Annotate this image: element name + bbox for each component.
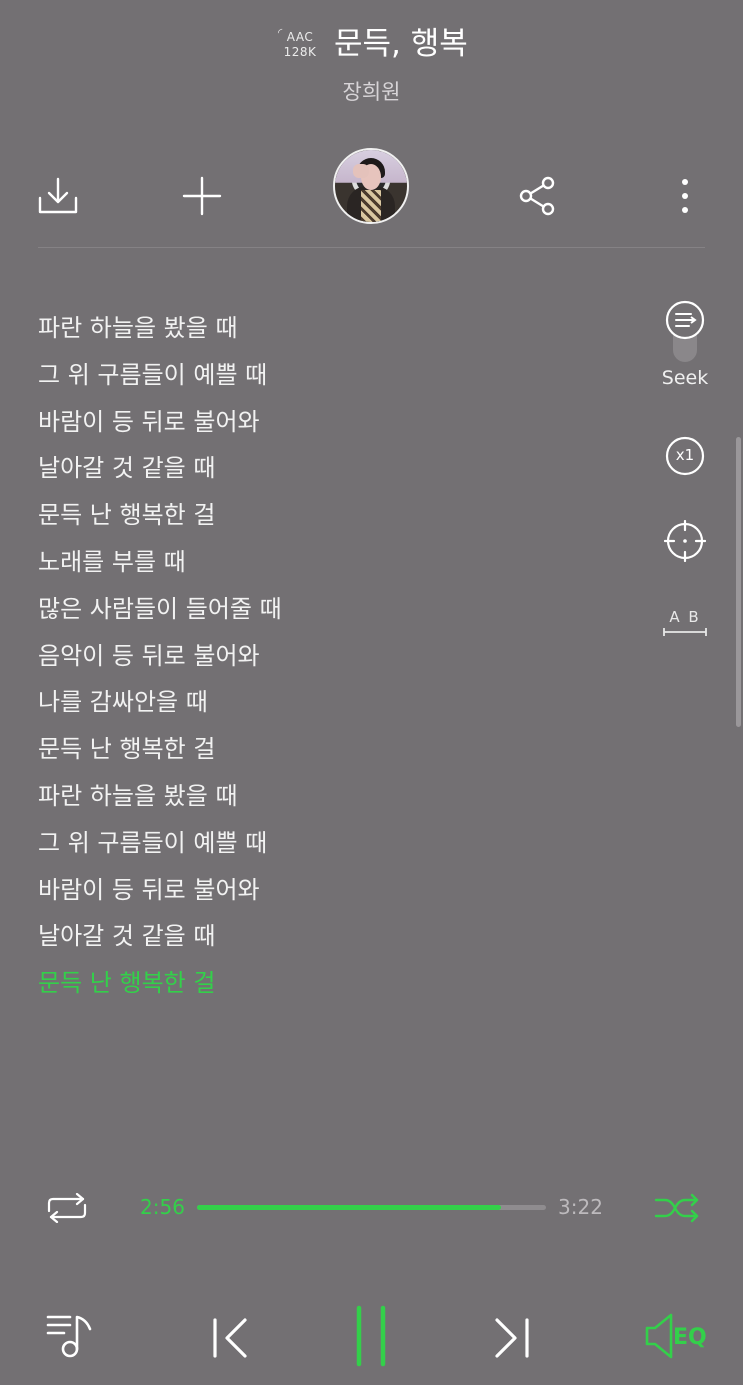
more-vertical-icon [682, 179, 688, 213]
total-time: 3:22 [558, 1195, 603, 1219]
repeat-icon [47, 1193, 87, 1223]
lyric-line[interactable]: 많은 사람들이 들어줄 때 [38, 586, 638, 633]
speed-label: x1 [675, 446, 695, 464]
lyric-line[interactable]: 문득 난 행복한 걸 [38, 726, 638, 773]
lyric-line[interactable]: 그 위 구름들이 예쁠 때 [38, 820, 638, 867]
playlist-music-icon [46, 1315, 92, 1358]
share-button[interactable] [511, 170, 563, 222]
artist-name[interactable]: 장희원 [0, 76, 743, 106]
lyric-line[interactable]: 파란 하늘을 봤을 때 [38, 305, 638, 352]
next-icon [495, 1318, 529, 1358]
download-icon [38, 177, 78, 214]
seek-lyrics-icon [665, 300, 705, 362]
ab-range-icon [663, 628, 707, 636]
crosshair-icon [664, 520, 706, 562]
equalizer-button[interactable]: EQ [640, 1308, 716, 1364]
seek-bar-fill [197, 1205, 501, 1210]
album-avatar[interactable] [333, 148, 409, 224]
lyric-line[interactable]: 날아갈 것 같을 때 [38, 445, 638, 492]
signal-icon: ◜ [278, 26, 283, 39]
lyric-line[interactable]: 바람이 등 뒤로 불어와 [38, 867, 638, 914]
lyric-line[interactable]: 그 위 구름들이 예쁠 때 [38, 352, 638, 399]
pause-icon [356, 1305, 386, 1367]
more-options-button[interactable] [659, 170, 711, 222]
ab-repeat-button[interactable]: A B [660, 608, 710, 640]
header-divider [38, 247, 705, 248]
add-to-playlist-button[interactable] [176, 170, 228, 222]
pause-button[interactable] [340, 1300, 402, 1372]
repeat-button[interactable] [40, 1188, 94, 1228]
elapsed-time: 2:56 [140, 1195, 185, 1219]
lyric-line[interactable]: 문득 난 행복한 걸 [38, 492, 638, 539]
sync-lyrics-button[interactable] [660, 520, 710, 562]
speed-button[interactable]: x1 [660, 436, 710, 476]
lyrics-panel[interactable]: 파란 하늘을 봤을 때 그 위 구름들이 예쁠 때 바람이 등 뒤로 불어와 날… [38, 305, 638, 1007]
download-button[interactable] [32, 170, 84, 222]
next-button[interactable] [484, 1310, 542, 1366]
eq-label: EQ [673, 1325, 707, 1350]
share-icon [519, 176, 555, 216]
plus-icon [182, 176, 222, 216]
lyric-line[interactable]: 노래를 부를 때 [38, 539, 638, 586]
lyric-line[interactable]: 날아갈 것 같을 때 [38, 913, 638, 960]
previous-button[interactable] [200, 1310, 258, 1366]
shuffle-button[interactable] [650, 1188, 704, 1228]
previous-icon [213, 1318, 247, 1358]
seek-label: Seek [661, 367, 709, 389]
lyric-line[interactable]: 바람이 등 뒤로 불어와 [38, 399, 638, 446]
shuffle-icon [654, 1193, 699, 1223]
lyric-line-current[interactable]: 문득 난 행복한 걸 [38, 960, 638, 1007]
seek-bar[interactable] [197, 1205, 546, 1210]
lyric-line[interactable]: 파란 하늘을 봤을 때 [38, 773, 638, 820]
lyric-line[interactable]: 나를 감싸안을 때 [38, 679, 638, 726]
codec-bitrate: 128K [283, 45, 317, 59]
codec-badge: ◜ AAC 128K [278, 26, 320, 66]
lyric-line[interactable]: 음악이 등 뒤로 불어와 [38, 633, 638, 680]
lyrics-scrollbar[interactable] [736, 437, 741, 727]
playlist-button[interactable] [40, 1308, 100, 1364]
seek-toggle[interactable] [660, 298, 710, 366]
codec-format: AAC [286, 30, 314, 44]
song-title: 문득, 행복 [334, 26, 468, 62]
